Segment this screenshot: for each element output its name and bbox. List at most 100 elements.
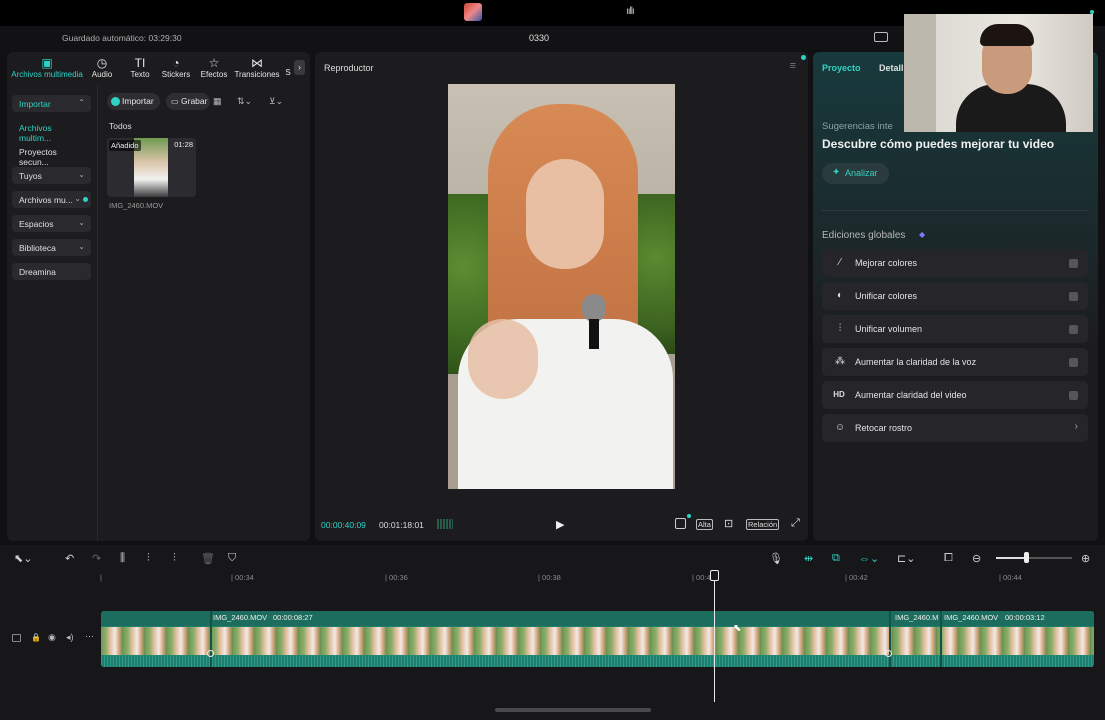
edit-row-enhance-colors[interactable]: ⁄ Mejorar colores [822, 249, 1088, 277]
clip-b-name: IMG_2460.M [895, 613, 939, 622]
lock-icon[interactable]: 🔒 [31, 633, 41, 642]
ratio-button[interactable]: Relación [746, 519, 780, 530]
toggle-checkbox[interactable] [1069, 391, 1078, 400]
project-name[interactable]: 0330 [529, 33, 549, 43]
transition-marker-icon[interactable] [885, 650, 892, 657]
track-cover-icon[interactable] [12, 634, 21, 642]
tab-transitions[interactable]: ⋈ Transiciones [234, 56, 280, 79]
toggle-checkbox[interactable] [1069, 325, 1078, 334]
webcam-status-dot-icon [1090, 10, 1094, 14]
sidebar-item-media-files-2[interactable]: Archivos mu... ⌄ [12, 191, 91, 208]
edit-row-retouch-face[interactable]: ☺ Retocar rostro › [822, 414, 1088, 442]
redo-icon[interactable]: ↷ [92, 552, 101, 565]
split-left-icon[interactable]: ⫶ [147, 552, 150, 565]
sidebar-item-media-files[interactable]: Archivos multim... [12, 119, 91, 143]
magnet-icon[interactable]: ⧉ [832, 552, 840, 565]
playhead-handle[interactable] [710, 570, 719, 581]
fullscreen-icon[interactable]: ⤢ [791, 517, 800, 530]
added-badge: Añadido [109, 140, 141, 151]
split-icon[interactable]: ⫼ [120, 552, 125, 565]
video-preview[interactable] [448, 84, 675, 489]
tab-details[interactable]: Detall [879, 63, 904, 73]
face-icon: ☺ [834, 422, 846, 433]
toggle-checkbox[interactable] [1069, 358, 1078, 367]
media-clip-card[interactable]: Añadido 01:28 [107, 138, 196, 197]
edit-row-unify-colors[interactable]: ◐ Unificar colores [822, 282, 1088, 310]
sidebar-item-dreamina[interactable]: Dreamina [12, 263, 91, 280]
snapshot-icon[interactable]: ⊡ [724, 517, 733, 530]
player-menu-icon[interactable]: ≡ [790, 60, 796, 72]
timeline-scrollbar[interactable] [495, 708, 651, 712]
play-button[interactable]: ▶ [556, 518, 564, 531]
sparkle-icon: ✦ [832, 167, 841, 178]
layout-icon[interactable] [874, 32, 888, 42]
filter-icon[interactable]: ⊻⌄ [269, 96, 283, 107]
shield-icon[interactable]: ⛉ [228, 552, 236, 565]
tab-project[interactable]: Proyecto [822, 63, 861, 73]
delete-icon[interactable]: 🗑 [201, 552, 215, 565]
gem-icon: ◆ [919, 230, 926, 239]
edit-row-voice-clarity[interactable]: ⁂ Aumentar la claridad de la voz [822, 348, 1088, 376]
more-icon[interactable]: ⋯ [85, 631, 94, 642]
undo-icon[interactable]: ↶ [65, 552, 74, 565]
tab-media[interactable]: ▣ Archivos multimedia [9, 56, 85, 79]
autosave-label: Guardado automático: 03:29:30 [62, 33, 182, 43]
zoom-slider[interactable] [996, 552, 1072, 563]
section-divider [822, 210, 1088, 211]
edit-row-unify-volume[interactable]: ⫶ Unificar volumen [822, 315, 1088, 343]
eye-icon[interactable]: ◉ [48, 632, 56, 643]
tab-effects[interactable]: ☆ Efectos [198, 56, 230, 79]
audio-wave-icon: ııllı [626, 6, 635, 17]
tab-more[interactable]: S [284, 68, 292, 77]
effects-icon: ☆ [208, 56, 220, 70]
sidebar-item-yours[interactable]: Tuyos ⌄ [12, 167, 91, 184]
microphone-icon[interactable]: 🎙 [769, 552, 783, 565]
crop-icon[interactable] [675, 518, 686, 529]
magic-wand-icon: ⁄ [839, 257, 841, 268]
select-tool-icon[interactable]: ⬉⌄ [14, 552, 32, 565]
zoom-out-icon[interactable]: ⊖ [972, 552, 981, 565]
crop-dot-icon [687, 514, 691, 518]
clip-separator [889, 611, 891, 667]
transition-marker-icon[interactable] [207, 650, 214, 657]
toggle-checkbox[interactable] [1069, 259, 1078, 268]
video-mic-handle [589, 319, 599, 349]
zoom-in-icon[interactable]: ⊕ [1081, 552, 1090, 565]
sidebar-item-secondary-projects[interactable]: Proyectos secun... [12, 143, 91, 167]
link-clips-icon[interactable]: ⇹ [804, 552, 813, 565]
clip-a-name: IMG_2460.MOV [213, 613, 268, 622]
split-right-icon[interactable]: ⫶ [173, 552, 176, 565]
sidebar-item-spaces[interactable]: Espacios ⌄ [12, 215, 91, 232]
sidebar-item-library[interactable]: Biblioteca ⌄ [12, 239, 91, 256]
tab-audio[interactable]: ◷ Audio [87, 56, 117, 79]
sort-icon[interactable]: ⇅⌄ [237, 96, 252, 107]
grid-view-icon[interactable]: ▦ [213, 96, 222, 107]
analyze-button[interactable]: ✦ Analizar [822, 163, 889, 184]
import-button[interactable]: Importar [107, 93, 160, 110]
preview-axis-icon[interactable]: ⊏⌄ [897, 552, 915, 565]
record-button[interactable]: ▭ Grabar [166, 93, 210, 110]
tab-stickers[interactable]: ◔ Stickers [159, 56, 193, 79]
edit-row-video-clarity[interactable]: HD Aumentar claridad del video [822, 381, 1088, 409]
playhead[interactable] [714, 572, 715, 702]
media-icon: ▣ [41, 56, 53, 70]
fit-timeline-icon[interactable]: ⧠ [944, 552, 953, 565]
stickers-icon: ◔ [172, 56, 180, 70]
snap-icon[interactable]: ⇔⌄ [859, 552, 879, 565]
zoom-slider-handle[interactable] [1024, 552, 1029, 563]
toggle-checkbox[interactable] [1069, 292, 1078, 301]
quality-button[interactable]: Alta [696, 519, 713, 530]
sidebar-item-import[interactable]: Importar ⌃ [12, 95, 91, 112]
tabs-scroll-right-button[interactable]: › [294, 60, 305, 75]
hd-icon: HD [833, 390, 845, 399]
volume-icon[interactable]: ◂) [66, 632, 74, 643]
clip-separator [940, 611, 942, 667]
clip-duration: 01:28 [174, 140, 193, 149]
suggestions-label: Sugerencias inte [822, 121, 893, 132]
ruler-mark: | 00:4 [692, 573, 711, 582]
text-icon: TI [134, 56, 146, 70]
audio-icon: ◷ [96, 56, 108, 70]
webcam-person-hair [980, 24, 1034, 46]
current-time: 00:00:40:09 [321, 520, 366, 530]
tab-text[interactable]: TI Texto [125, 56, 155, 79]
